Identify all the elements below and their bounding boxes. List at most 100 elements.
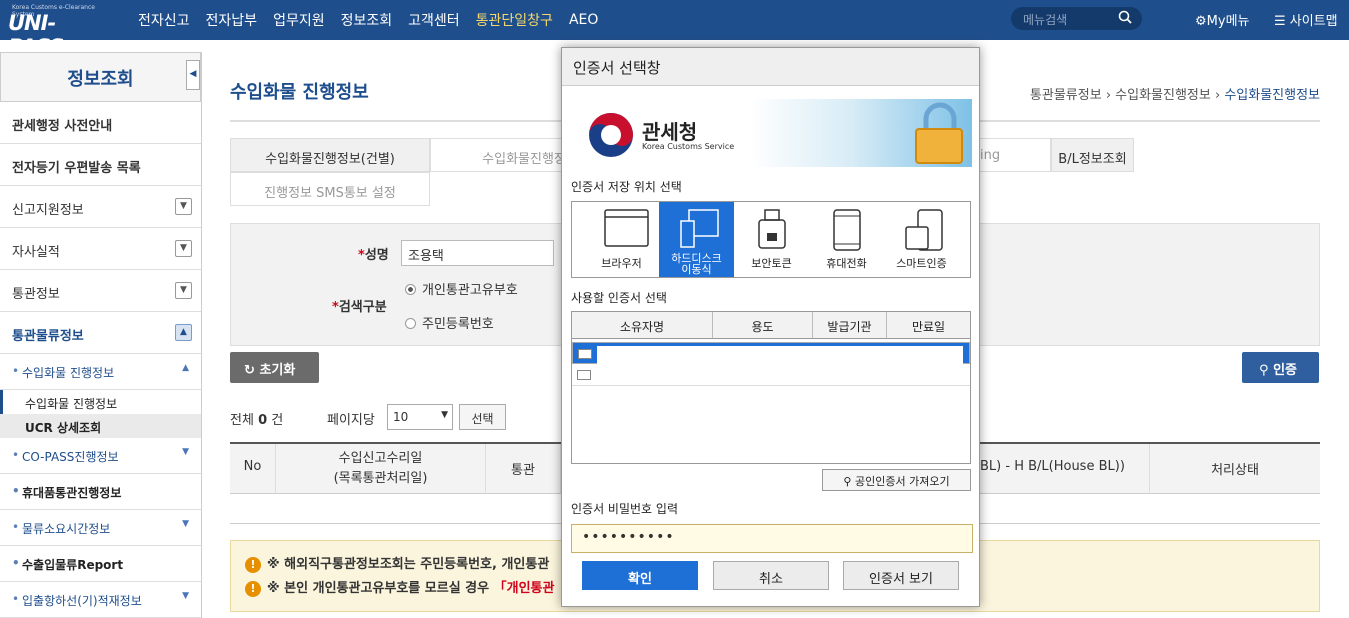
nav-item[interactable]: 고객센터: [408, 10, 460, 30]
storage-harddisk-removable[interactable]: 하드디스크 이동식: [659, 202, 734, 277]
view-certificate-button[interactable]: 인증서 보기: [843, 561, 959, 590]
kcs-banner: 관세청 Korea Customs Service: [568, 99, 972, 167]
expand-icon[interactable]: ▼: [175, 240, 192, 257]
sidebar-item[interactable]: 관세행정 사전안내: [0, 102, 201, 144]
sidebar-subitem[interactable]: • 휴대품통관진행정보: [0, 474, 201, 510]
nav-item[interactable]: 전자납부: [206, 10, 258, 30]
dialog-title: 인증서 선택창: [562, 48, 979, 86]
sidebar-item[interactable]: 신고지원정보 ▼: [0, 186, 201, 228]
certificate-row-selected[interactable]: [572, 342, 970, 364]
import-certificate-button[interactable]: ⚲ 공인인증서 가져오기: [822, 469, 971, 491]
radio-customs-code[interactable]: 개인통관고유부호: [405, 279, 518, 298]
storage-security-token[interactable]: 보안토큰: [734, 202, 809, 277]
sidebar-subitem[interactable]: • 수출입물류Report: [0, 546, 201, 582]
unipass-logo[interactable]: Korea Customs e-Clearance System UNI-PAS…: [6, 4, 110, 59]
bullet-icon: •: [12, 484, 20, 498]
sidebar-item-active[interactable]: 통관물류정보 ▲: [0, 312, 201, 354]
storage-smart-cert[interactable]: 스마트인증: [884, 202, 959, 277]
perpage-label: 페이지당: [327, 413, 375, 428]
tab-sms-setting[interactable]: 진행정보 SMS통보 설정: [230, 172, 430, 206]
cancel-button[interactable]: 취소: [713, 561, 829, 590]
sidebar-subitem-label: 수출입물류Report: [22, 558, 124, 572]
chevron-down-icon: ▼: [441, 410, 448, 420]
search-placeholder: 메뉴검색: [1023, 13, 1068, 27]
name-field[interactable]: 조용택: [401, 240, 554, 266]
column-issuer[interactable]: 발급기관: [813, 312, 887, 339]
certificate-dialog: 인증서 선택창 관세청 Korea Customs Service 인증서 저장…: [561, 47, 980, 607]
sidebar-leaf[interactable]: UCR 상세조회: [0, 414, 201, 438]
select-button[interactable]: 선택: [459, 404, 506, 430]
column-usage[interactable]: 용도: [713, 312, 813, 339]
menu-search-input[interactable]: 메뉴검색: [1011, 7, 1142, 30]
chevron-up-icon: ▲: [182, 363, 189, 373]
bullet-icon: •: [12, 556, 20, 570]
collapse-sidebar-icon[interactable]: ◀: [186, 60, 200, 90]
confirm-button[interactable]: 확인: [582, 561, 698, 590]
password-input[interactable]: ••••••••••: [571, 524, 973, 553]
sidebar-leaf-active[interactable]: 수입화물 진행정보: [0, 390, 201, 414]
column-header: 처리상태: [1150, 444, 1320, 494]
sidebar-subitem[interactable]: • 물류소요시간정보 ▼: [0, 510, 201, 546]
radio-resident-number[interactable]: 주민등록번호: [405, 313, 494, 332]
breadcrumb-current: 수입화물진행정보: [1224, 88, 1320, 103]
sidebar-subitem[interactable]: • 입출항하선(기)적재정보 ▼: [0, 582, 201, 618]
certificate-list: 소유자명 용도 발급기관 만료일: [571, 311, 971, 464]
notice-line: ! ※ 해외직구통관정보조회는 주민등록번호, 개인통관: [245, 553, 549, 573]
sitemap-label: 사이트맵: [1289, 14, 1338, 29]
browser-icon: [604, 209, 649, 247]
expand-icon[interactable]: ▼: [175, 198, 192, 215]
sidebar-subitem[interactable]: • 수입화물 진행정보 ▲: [0, 354, 201, 390]
storage-browser[interactable]: 브라우저: [584, 202, 659, 277]
sitemap-button[interactable]: ☰ 사이트맵: [1274, 10, 1338, 29]
sidebar-subitem-label: 수입화물 진행정보: [22, 366, 115, 380]
sidebar-subitem-label: 휴대품통관진행정보: [22, 486, 122, 500]
nav-item[interactable]: 정보조회: [341, 10, 393, 30]
tab-import-cargo-single[interactable]: 수입화물진행정보(건별): [230, 138, 430, 172]
nav-item[interactable]: AEO: [569, 12, 598, 28]
search-icon: ⚲: [843, 475, 852, 488]
expand-icon[interactable]: ▼: [175, 282, 192, 299]
column-header: 통관: [486, 444, 561, 494]
sidebar-item[interactable]: 통관정보 ▼: [0, 270, 201, 312]
sidebar-item[interactable]: 자사실적 ▼: [0, 228, 201, 270]
sidebar-item-label: 통관물류정보: [12, 329, 84, 344]
column-owner[interactable]: 소유자명: [572, 312, 713, 339]
auth-button[interactable]: ⚲ 인증: [1242, 352, 1319, 383]
nav-item[interactable]: 업무지원: [273, 10, 325, 30]
sidebar: 정보조회 ◀ 관세행정 사전안내 전자등기 우편발송 목록 신고지원정보 ▼ 자사…: [0, 52, 202, 618]
warning-icon: !: [245, 557, 261, 573]
collapse-icon[interactable]: ▲: [175, 324, 192, 341]
bullet-icon: •: [12, 592, 20, 606]
breadcrumb-item[interactable]: 수입화물진행정보: [1115, 88, 1211, 103]
certificate-row[interactable]: [572, 364, 970, 386]
chevron-down-icon: ▼: [182, 519, 189, 529]
chevron-down-icon: ▼: [182, 591, 189, 601]
column-expiry[interactable]: 만료일: [887, 312, 970, 339]
nav-item[interactable]: 전자신고: [138, 10, 190, 30]
sidebar-title: 정보조회 ◀: [0, 52, 201, 102]
breadcrumb-item[interactable]: 통관물류정보: [1030, 88, 1102, 103]
reset-button[interactable]: ↻ 초기화: [230, 352, 319, 383]
sidebar-item-label: 신고지원정보: [12, 203, 84, 218]
sidebar-subitem[interactable]: • CO-PASS진행정보 ▼: [0, 438, 201, 474]
storage-mobile-phone[interactable]: 휴대전화: [809, 202, 884, 277]
column-header: BL) - H B/L(House BL)): [980, 444, 1150, 494]
sidebar-title-text: 정보조회: [67, 69, 134, 90]
breadcrumb: 통관물류정보 › 수입화물진행정보 › 수입화물진행정보: [1029, 88, 1320, 103]
nav-item[interactable]: 통관단일창구: [476, 10, 553, 30]
kcs-emblem-icon: [589, 113, 633, 157]
mymenu-button[interactable]: ⚙My메뉴: [1195, 10, 1250, 29]
column-header: 수입신고수리일 (목록통관처리일): [276, 444, 486, 494]
mobile-phone-icon: [833, 209, 861, 251]
security-token-icon: [758, 209, 786, 249]
search-icon[interactable]: [1118, 10, 1132, 24]
tab-bl-info[interactable]: B/L정보조회: [1051, 138, 1134, 172]
kcs-name: 관세청: [642, 120, 698, 144]
top-navigation-bar: Korea Customs e-Clearance System UNI-PAS…: [0, 0, 1349, 59]
bullet-icon: •: [12, 364, 20, 378]
hamburger-icon: ☰: [1274, 14, 1286, 29]
sidebar-subitem-label: 입출항하선(기)적재정보: [22, 594, 142, 608]
sidebar-item[interactable]: 전자등기 우편발송 목록: [0, 144, 201, 186]
perpage-select[interactable]: 10 ▼: [387, 404, 453, 430]
bullet-icon: •: [12, 448, 20, 462]
